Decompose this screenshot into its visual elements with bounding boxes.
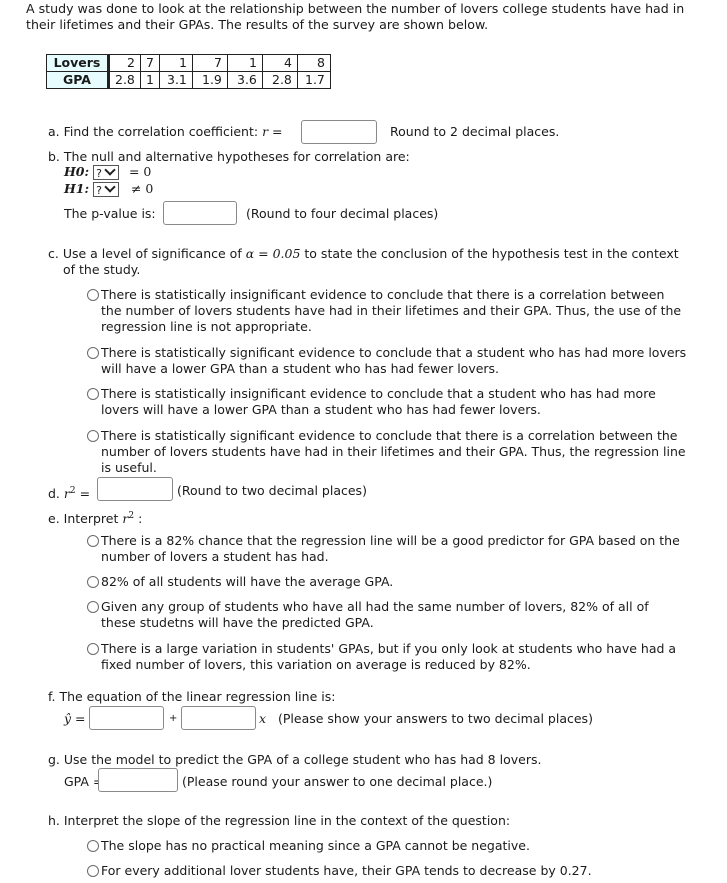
pvalue-label: The p-value is: [64,206,156,221]
alpha-value: α = 0.05 [245,246,301,261]
part-g-hint: (Please round your answer to one decimal… [182,774,493,789]
table-cell: 1.7 [296,71,331,89]
option-text: Given any group of students who have all… [101,599,649,630]
part-d-label: d. r2 = [48,483,90,502]
h0-select-value: ? [96,167,102,180]
radio-button[interactable] [87,643,99,655]
part-e-option-1[interactable]: There is a 82% chance that the regressio… [87,533,687,565]
table-cell: 2 [108,54,141,72]
slope-input[interactable] [181,706,256,730]
squared-superscript: 2 [69,486,76,496]
table-cell: 4 [261,54,298,72]
h1-label: H1: [64,181,90,196]
radio-button[interactable] [87,289,99,301]
part-c-text-pre: c. Use a level of significance of [48,246,242,261]
radio-button[interactable] [87,430,99,442]
option-text: There is statistically insignificant evi… [101,287,682,334]
gpa-prediction-input[interactable] [98,768,178,792]
table-cell: 1 [158,54,193,72]
table-cell: 1 [226,54,263,72]
part-e-text: e. Interpret [48,511,119,527]
yhat-label: ŷ = [64,711,86,727]
table-cell: 2.8 [108,71,141,89]
colon: : [138,511,143,527]
part-g-label: g. Use the model to predict the GPA of a… [48,752,542,767]
data-table: Lovers 2 7 1 7 1 4 8 GPA 2.8 1 3.1 1.9 3… [46,54,331,89]
r-symbol: r = [262,124,283,139]
part-e-label: e. Interpret r2 : [48,508,142,527]
radio-button[interactable] [87,535,99,547]
row-header: Lovers [46,54,110,72]
part-c-option-1[interactable]: There is statistically insignificant evi… [87,287,687,335]
table-cell: 7 [191,54,228,72]
h0-row: H0: ? = 0 [64,164,151,180]
option-text: There is statistically significant evide… [101,428,686,475]
h1-select[interactable]: ? [93,181,119,197]
option-text: There is a large variation in students' … [101,641,677,672]
option-text: For every additional lover students have… [101,863,592,878]
part-e-option-3[interactable]: Given any group of students who have all… [87,599,687,631]
table-cell: 3.6 [226,71,263,89]
pvalue-hint: (Round to four decimal places) [246,206,439,221]
radio-button[interactable] [87,601,99,613]
x-variable: x [259,711,267,726]
r-squared-input[interactable] [97,477,173,501]
part-a-hint: Round to 2 decimal places. [390,124,560,139]
option-text: The slope has no practical meaning since… [101,838,530,853]
radio-button[interactable] [87,347,99,359]
part-d-hint: (Round to two decimal places) [177,483,367,498]
h1-relation: ≠ 0 [130,181,154,196]
squared-superscript: 2 [128,511,135,521]
plus-sign: + [169,713,178,724]
part-b-label: b. The null and alternative hypotheses f… [48,149,410,164]
table-row-lovers: Lovers 2 7 1 7 1 4 8 [46,54,331,72]
table-cell: 7 [139,54,160,72]
part-h-option-2[interactable]: For every additional lover students have… [87,863,687,879]
h1-select-value: ? [96,184,102,197]
chevron-down-icon [104,164,116,176]
part-e-option-2[interactable]: 82% of all students will have the averag… [87,574,687,590]
h1-row: H1: ? ≠ 0 [64,181,153,197]
part-f-label: f. The equation of the linear regression… [48,689,336,704]
part-a-label: a. Find the correlation coefficient: r = [48,124,283,140]
radio-button[interactable] [87,840,99,852]
h0-label: H0: [64,164,90,179]
part-c-label: c. Use a level of significance of α = 0.… [48,246,679,262]
part-c-option-3[interactable]: There is statistically insignificant evi… [87,386,697,418]
part-h-option-1[interactable]: The slope has no practical meaning since… [87,838,687,854]
intercept-input[interactable] [89,706,164,730]
problem-intro: A study was done to look at the relation… [26,1,685,32]
part-c-option-4[interactable]: There is statistically significant evide… [87,428,695,476]
radio-button[interactable] [87,865,99,877]
radio-button[interactable] [87,388,99,400]
table-cell: 8 [296,54,331,72]
part-a-text: a. Find the correlation coefficient: [48,124,259,139]
table-cell: 1 [139,71,160,89]
table-cell: 3.1 [158,71,193,89]
part-c-text-post: to state the conclusion of the hypothesi… [304,246,679,261]
part-h-label: h. Interpret the slope of the regression… [48,813,511,828]
option-text: There is a 82% chance that the regressio… [101,533,680,564]
h0-relation: = 0 [128,164,152,179]
h0-select[interactable]: ? [93,164,119,180]
table-cell: 1.9 [191,71,228,89]
part-c-option-2[interactable]: There is statistically significant evide… [87,345,687,377]
option-text: 82% of all students will have the averag… [101,574,394,589]
equals-sign: = [79,486,91,502]
part-c-label-line2: of the study. [63,262,141,277]
option-text: There is statistically insignificant evi… [101,386,656,417]
yhat-symbol: ŷ [64,711,72,726]
option-text: There is statistically significant evide… [101,345,687,376]
correlation-input[interactable] [301,120,377,144]
row-header: GPA [46,71,110,89]
equals-sign: = [75,711,86,726]
part-d-letter: d. [48,486,60,502]
chevron-down-icon [104,181,116,193]
table-cell: 2.8 [261,71,298,89]
radio-button[interactable] [87,576,99,588]
part-f-hint: (Please show your answers to two decimal… [278,711,593,726]
table-row-gpa: GPA 2.8 1 3.1 1.9 3.6 2.8 1.7 [46,71,331,89]
part-e-option-4[interactable]: There is a large variation in students' … [87,641,687,673]
pvalue-input[interactable] [163,201,237,225]
